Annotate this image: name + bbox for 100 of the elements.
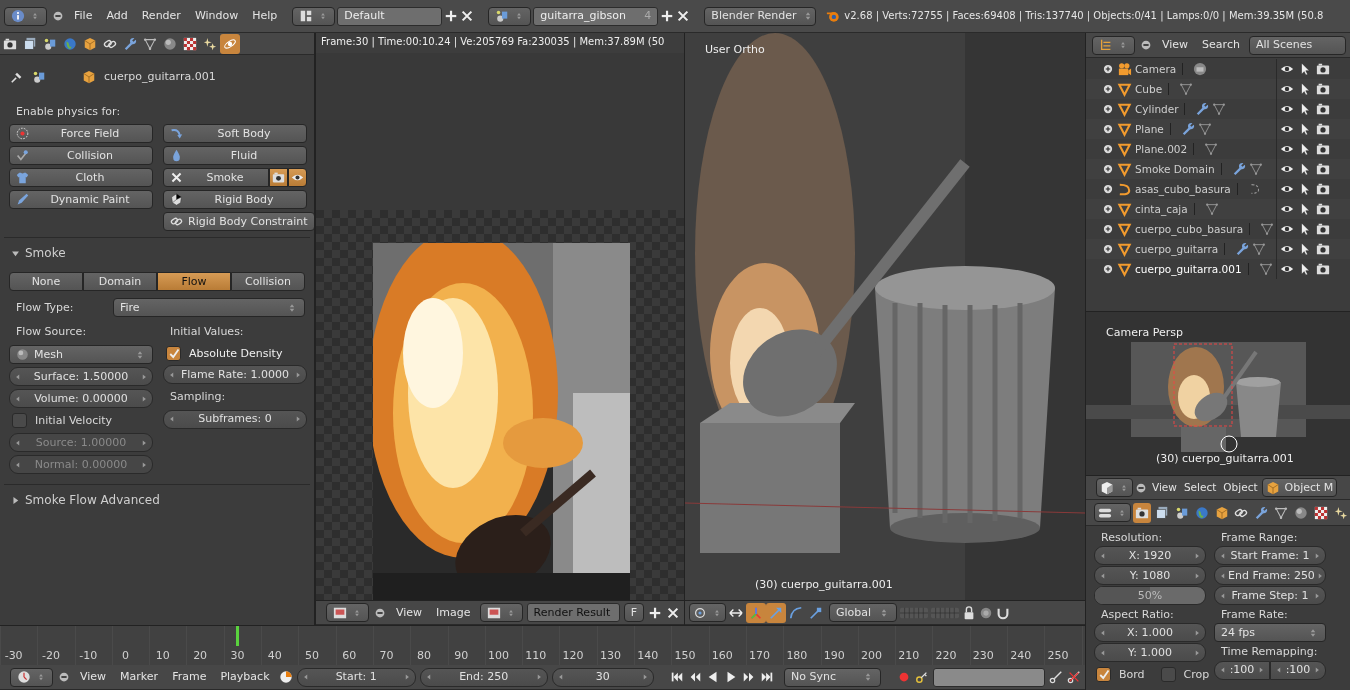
rigid-body-constraint-button[interactable]: Rigid Body Constraint — [163, 212, 314, 232]
stats-text: v2.68 | Verts:72755 | Faces:69408 | Tris:137740 | Objects:0/41 | Lamps:0/0 | Mem:39.35M (50.8 — [844, 10, 1324, 22]
menu-item[interactable]: View — [391, 605, 428, 620]
layout-field[interactable]: Default — [337, 6, 443, 26]
number-field[interactable]: Surface: 1.50000 — [9, 367, 153, 387]
menu-item[interactable]: File — [69, 9, 98, 23]
force-field-button[interactable]: Force Field — [9, 124, 153, 144]
menu-item[interactable]: Select — [1180, 481, 1220, 494]
outliner-row[interactable]: cuerpo_guitarra — [1086, 239, 1350, 259]
menu-item[interactable]: Image — [431, 605, 476, 620]
tick-label: 50 — [304, 648, 320, 662]
scene-name: guitarra_gibson — [540, 9, 626, 23]
current-frame-field[interactable]: 30 — [551, 667, 655, 687]
filter-dropdown[interactable]: All Scenes — [1248, 35, 1346, 55]
tick-label: 90 — [453, 648, 470, 662]
orientation-dropdown[interactable]: Global — [829, 603, 897, 622]
fluid-button[interactable]: Fluid — [163, 146, 307, 166]
menu-item[interactable]: Frame — [167, 670, 212, 684]
menu-item[interactable]: Render — [136, 9, 186, 23]
flow-type-dropdown[interactable]: Fire — [113, 298, 305, 318]
tick-label: 180 — [785, 648, 809, 662]
object-name: cuerpo_guitarra.001 — [1135, 262, 1249, 276]
object-label: (30) cuerpo_guitarra.001 — [1156, 452, 1294, 466]
menu-item[interactable]: Object — [1220, 481, 1261, 494]
object-name: asas_cubo_basura — [1135, 182, 1238, 196]
tick-label: 150 — [673, 648, 697, 662]
frame-rate-dropdown[interactable]: 24 fps — [1214, 623, 1326, 643]
smoke-button[interactable]: Smoke — [163, 168, 269, 188]
tick-label: 200 — [859, 648, 883, 662]
object-name: cuerpo_guitarra.001 — [104, 70, 216, 84]
number-field[interactable]: :100 — [1214, 660, 1270, 680]
number-field[interactable]: Y: 1080 — [1094, 566, 1206, 586]
image-name-field[interactable]: Render Result — [526, 603, 620, 622]
tick-label: 80 — [415, 648, 432, 662]
menu-item[interactable]: Add — [101, 9, 133, 23]
menu-item[interactable]: View — [1149, 481, 1180, 494]
panel-header[interactable]: Smoke — [0, 244, 314, 263]
segment-tab[interactable]: Collision — [231, 272, 305, 292]
menu-item[interactable]: View — [1157, 38, 1194, 52]
number-field[interactable]: Frame Step: 1 — [1214, 586, 1326, 606]
field-label: Time Remapping: — [1220, 644, 1319, 660]
tick-label: 10 — [154, 648, 171, 662]
object-name: cuerpo_cubo_basura — [1135, 222, 1251, 236]
outliner-row[interactable]: Smoke Domain — [1086, 159, 1350, 179]
number-field[interactable]: Y: 1.000 — [1094, 643, 1206, 663]
tick-label: 70 — [378, 648, 395, 662]
percentage-slider[interactable]: 50% — [1094, 586, 1206, 606]
number-field[interactable]: Start Frame: 1 — [1214, 546, 1326, 566]
field-label: Flow Type: — [16, 301, 75, 315]
outliner-row[interactable]: cinta_caja — [1086, 199, 1350, 219]
end-frame-field[interactable]: End: 250 — [419, 667, 548, 687]
segment-tab[interactable]: None — [9, 272, 83, 292]
tick-label: 0 — [121, 648, 131, 662]
number-field[interactable]: Volume: 0.00000 — [9, 389, 153, 409]
checkbox-label: Absolute Density — [189, 347, 283, 361]
object-name: cinta_caja — [1135, 202, 1195, 216]
mode-dropdown[interactable]: Object M — [1261, 478, 1338, 497]
object-name: Camera — [1135, 62, 1184, 76]
fake-user-button[interactable]: F — [623, 603, 644, 622]
cloth-button[interactable]: Cloth — [9, 168, 153, 188]
menu-item[interactable]: View — [75, 670, 112, 684]
rigid-body-button[interactable]: Rigid Body — [163, 190, 307, 210]
collision-button[interactable]: Collision — [9, 146, 153, 166]
scene-field[interactable]: guitarra_gibson 4 — [533, 6, 659, 26]
field-label: Frame Rate: — [1220, 607, 1289, 623]
tick-label: 160 — [710, 648, 734, 662]
menu-item[interactable]: Playback — [215, 670, 275, 684]
number-field[interactable]: :100 — [1270, 660, 1326, 680]
dynamic-paint-button[interactable]: Dynamic Paint — [9, 190, 153, 210]
segment-tab[interactable]: Flow — [157, 272, 231, 292]
tick-label: 140 — [636, 648, 660, 662]
panel-header[interactable]: Smoke Flow Advanced — [0, 491, 314, 510]
start-frame-field[interactable]: Start: 1 — [296, 667, 416, 687]
segment-tab[interactable]: Domain — [83, 272, 157, 292]
number-field[interactable]: Subframes: 0 — [163, 409, 307, 429]
checkbox-label: Bord — [1119, 668, 1145, 682]
render-engine-dropdown[interactable]: Blender Render — [704, 6, 817, 26]
menu-item[interactable]: Marker — [115, 670, 164, 684]
object-name: Cube — [1135, 82, 1170, 96]
sync-dropdown[interactable]: No Sync — [784, 667, 881, 687]
outliner-row[interactable]: Cube — [1086, 79, 1350, 99]
outliner-row[interactable]: Plane — [1086, 119, 1350, 139]
flow-source-dropdown[interactable]: Mesh — [9, 345, 153, 365]
tick-label: 100 — [487, 648, 510, 662]
section-label: Enable physics for: — [15, 104, 122, 120]
object-name: Cylinder — [1135, 102, 1186, 116]
user-count: 4 — [644, 9, 652, 23]
number-field[interactable]: X: 1920 — [1094, 546, 1206, 566]
menu-item[interactable]: Window — [189, 9, 244, 23]
menu-item[interactable]: Search — [1197, 38, 1245, 52]
number-field[interactable]: X: 1.000 — [1094, 623, 1206, 643]
checkbox-label: Initial Velocity — [35, 414, 113, 428]
tick-label: 60 — [341, 648, 358, 662]
soft-body-button[interactable]: Soft Body — [163, 124, 307, 144]
tick-label: -30 — [3, 648, 24, 662]
tick-label: 20 — [192, 648, 209, 662]
menu-item[interactable]: Help — [247, 9, 283, 23]
number-field[interactable]: End Frame: 250 — [1214, 566, 1326, 586]
number-field[interactable]: Flame Rate: 1.0000 — [163, 365, 307, 385]
outliner-row[interactable]: cuerpo_guitarra.001 — [1086, 259, 1350, 279]
